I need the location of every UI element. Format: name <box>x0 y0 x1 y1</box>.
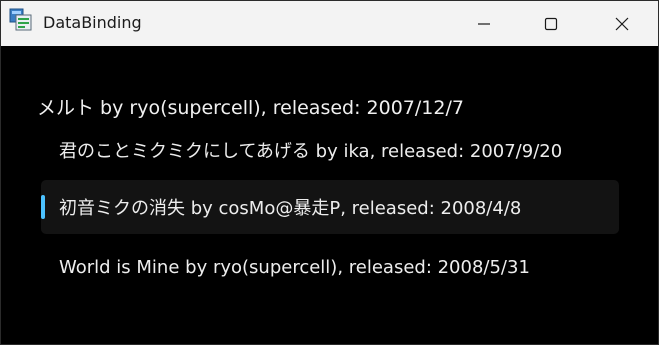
list-item-label: 初音ミクの消失 by cosMo@暴走P, released: 2008/4/8 <box>59 198 522 219</box>
title-bar[interactable]: DataBinding <box>1 1 658 46</box>
content-area: メルト by ryo(supercell), released: 2007/12… <box>1 46 658 344</box>
maximize-button[interactable] <box>528 1 574 46</box>
app-window: DataBinding メルト by ryo(supercell), relea… <box>0 0 659 345</box>
list-item-label: 君のことミクミクにしてあげる by ika, released: 2007/9/… <box>59 141 563 162</box>
maximize-icon <box>544 17 558 30</box>
list-item[interactable]: World is Mine by ryo(supercell), release… <box>41 240 619 294</box>
list-item-label: World is Mine by ryo(supercell), release… <box>59 256 530 278</box>
window-title: DataBinding <box>43 13 142 32</box>
selected-song-heading: メルト by ryo(supercell), released: 2007/12… <box>37 97 464 119</box>
app-icon <box>9 8 32 31</box>
song-list[interactable]: 君のことミクミクにしてあげる by ika, released: 2007/9/… <box>41 130 619 300</box>
list-item[interactable]: 君のことミクミクにしてあげる by ika, released: 2007/9/… <box>41 128 619 172</box>
minimize-button[interactable] <box>461 1 507 46</box>
close-icon <box>615 17 629 30</box>
selection-indicator <box>41 195 45 219</box>
list-item-selected[interactable]: 初音ミクの消失 by cosMo@暴走P, released: 2008/4/8 <box>41 180 619 234</box>
minimize-icon <box>478 22 490 25</box>
close-button[interactable] <box>599 1 645 46</box>
